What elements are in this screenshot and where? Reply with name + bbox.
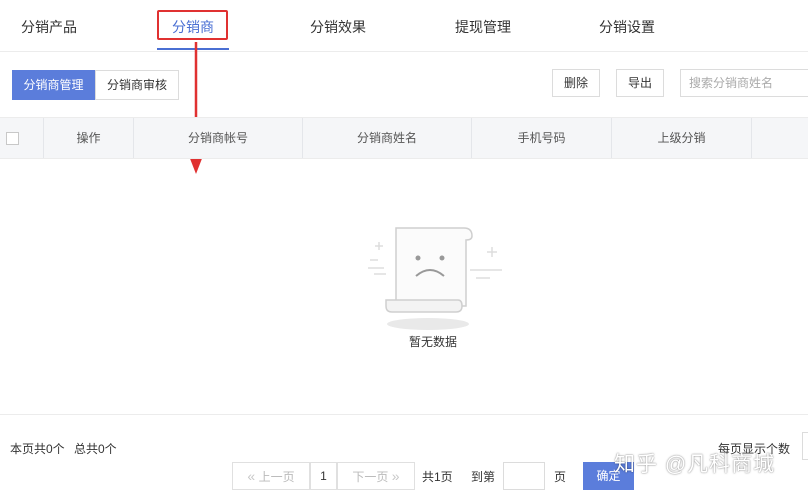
tab-distribution-settings[interactable]: 分销设置 [599,17,655,37]
export-button[interactable]: 导出 [616,69,664,97]
checkbox-column [0,118,44,158]
page-number-button[interactable]: 1 [310,462,337,490]
top-tab-bar: 分销产品 分销商 分销效果 提现管理 分销设置 [0,0,808,52]
column-header: 上级分销 [612,118,752,158]
subtab-distributor-management[interactable]: 分销商管理 [12,70,95,100]
subtab-distributor-review[interactable]: 分销商审核 [95,70,179,100]
column-header: 分销商帐号 [134,118,303,158]
zhihu-watermark: 知乎 @凡科商城 [614,453,776,476]
empty-state-text: 暂无数据 [408,335,457,349]
tab-distribution-effect[interactable]: 分销效果 [310,17,366,37]
search-input[interactable] [680,69,808,97]
page-unit-label: 页 [554,470,567,484]
footer-divider [0,414,808,415]
tab-distribution-products[interactable]: 分销产品 [21,17,77,37]
prev-page-label: 上一页 [258,470,295,484]
annotation-highlight-box [157,10,228,40]
next-page-label: 下一页 [352,470,389,484]
double-chevron-right-icon: » [391,468,400,484]
goto-page-label: 到第 [471,470,496,484]
prev-page-button[interactable]: « 上一页 [232,462,310,490]
column-header: 操作 [44,118,134,158]
total-pages-text: 共1页 [422,470,453,484]
double-chevron-left-icon: « [247,468,256,484]
empty-data-icon [368,227,502,330]
column-header: 分销商姓名 [303,118,472,158]
next-page-button[interactable]: 下一页 » [337,462,415,490]
table-header: 操作 分销商帐号 分销商姓名 手机号码 上级分销 [0,117,808,159]
delete-button[interactable]: 删除 [552,69,600,97]
page-item-count: 本页共0个 [10,442,65,456]
column-header: 手机号码 [472,118,612,158]
per-page-select[interactable] [802,432,808,460]
goto-page-input[interactable] [503,462,545,490]
tab-withdrawal-management[interactable]: 提现管理 [455,17,511,37]
total-item-count: 总共0个 [74,442,117,456]
